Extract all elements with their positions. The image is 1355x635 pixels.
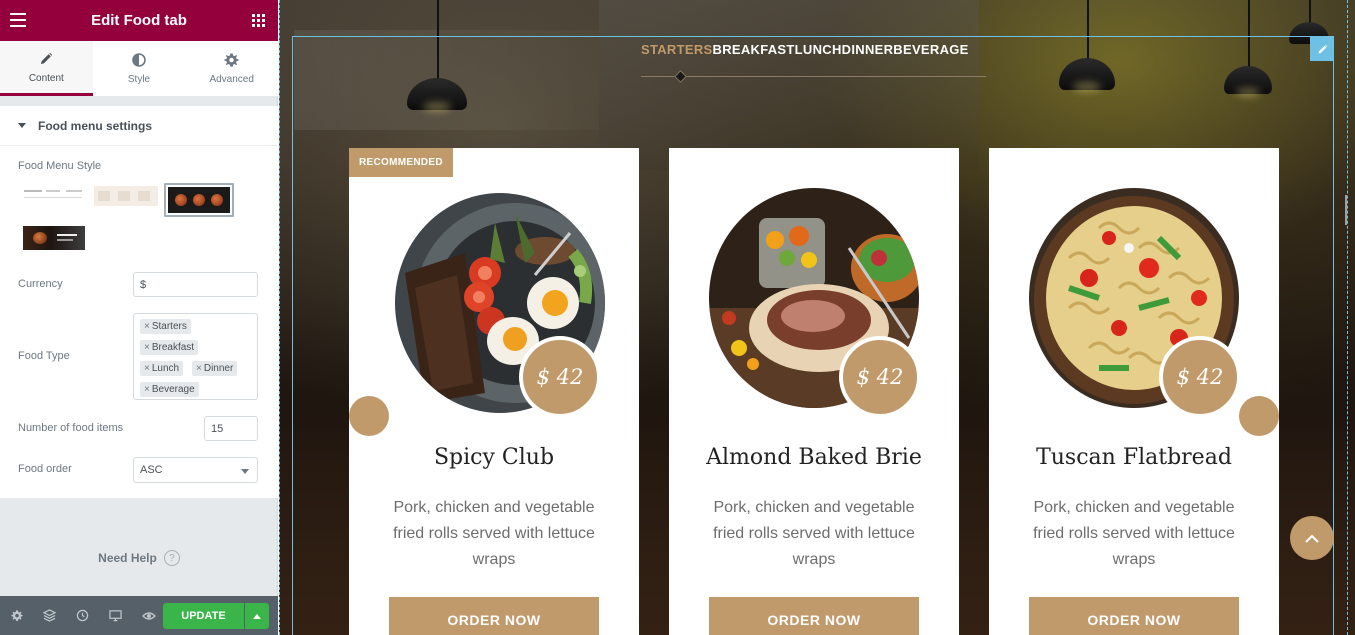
number-of-items-label: Number of food items: [18, 422, 124, 434]
food-order-select[interactable]: ASC: [133, 457, 258, 483]
remove-tag-icon[interactable]: ×: [144, 384, 150, 395]
help-circle-icon: ?: [163, 550, 180, 566]
style-option-2[interactable]: [94, 186, 158, 206]
app-window: Edit Food tab Content Style Advanced Foo…: [0, 0, 1355, 635]
tab-style[interactable]: Style: [93, 41, 186, 96]
tag-lunch[interactable]: × Lunch: [140, 361, 184, 376]
pencil-icon: [38, 51, 54, 67]
edit-widget-button[interactable]: [1310, 37, 1334, 61]
history-icon[interactable]: [66, 596, 99, 635]
pencil-icon: [1318, 44, 1327, 53]
food-menu-tabs: STARTERS BREAKFAST LUNCH DINNER BEVERAGE: [641, 42, 969, 57]
editor-sidebar: Edit Food tab Content Style Advanced Foo…: [0, 0, 278, 635]
tab-advanced[interactable]: Advanced: [185, 41, 278, 96]
apps-grid-icon[interactable]: [252, 14, 265, 27]
food-name: Spicy Club: [433, 445, 555, 470]
need-help-link[interactable]: Need Help ?: [0, 550, 278, 566]
number-of-items-input[interactable]: 15: [204, 416, 258, 441]
carousel-next-button[interactable]: [1239, 396, 1279, 436]
price-badge: $ 42: [519, 336, 601, 418]
chevron-up-icon: [1305, 534, 1319, 543]
tag-starters[interactable]: × Starters: [140, 319, 191, 334]
tag-breakfast[interactable]: × Breakfast: [140, 340, 199, 355]
caret-down-icon: [18, 123, 26, 128]
preview-canvas: STARTERS BREAKFAST LUNCH DINNER BEVERAGE…: [279, 0, 1355, 635]
food-description: Pork, chicken and vegetable fried rolls …: [713, 499, 915, 568]
food-description: Pork, chicken and vegetable fried rolls …: [1033, 499, 1235, 568]
food-menu-style-label: Food Menu Style: [18, 160, 102, 172]
section-header-food-menu[interactable]: Food menu settings: [0, 106, 278, 146]
menu-tab-lunch[interactable]: LUNCH: [795, 42, 842, 57]
price-badge: $ 42: [839, 336, 921, 418]
food-type-label: Food Type: [18, 350, 70, 362]
food-type-multiselect[interactable]: × Starters × Breakfast × Lunch × Dinner × Bev…: [133, 313, 258, 400]
style-option-1[interactable]: [22, 186, 86, 204]
style-option-3-selected[interactable]: [164, 183, 234, 217]
need-help-label: Need Help: [98, 551, 157, 565]
recommended-badge: RECOMMENDED: [349, 148, 453, 177]
dropdown-arrow-icon: [241, 469, 249, 474]
food-description: Pork, chicken and vegetable fried rolls …: [393, 499, 595, 568]
currency-input[interactable]: $: [133, 272, 258, 297]
food-card: RECOMMENDED $ 42 Spicy Club Pork, chicke…: [349, 148, 639, 635]
panel-title: Edit Food tab: [91, 12, 187, 29]
section-title: Food menu settings: [38, 118, 152, 133]
half-circle-icon: [131, 52, 147, 68]
tag-dinner[interactable]: × Dinner: [192, 361, 238, 376]
back-to-top-button[interactable]: [1290, 516, 1334, 560]
panel-tabs: Content Style Advanced: [0, 41, 278, 96]
hamburger-icon[interactable]: [10, 13, 26, 27]
menu-tab-breakfast[interactable]: BREAKFAST: [713, 42, 795, 57]
chevron-up-icon: [253, 613, 261, 619]
section-guide-right: [1347, 0, 1348, 635]
food-name: Almond Baked Brie: [706, 445, 922, 470]
remove-tag-icon[interactable]: ×: [196, 363, 202, 374]
settings-icon[interactable]: [0, 596, 33, 635]
food-order-value: ASC: [140, 464, 163, 476]
tab-advanced-label: Advanced: [209, 74, 254, 85]
remove-tag-icon[interactable]: ×: [144, 363, 150, 374]
currency-label: Currency: [18, 278, 63, 290]
layers-icon[interactable]: [33, 596, 66, 635]
responsive-icon[interactable]: [99, 596, 132, 635]
order-now-button[interactable]: ORDER NOW: [709, 597, 919, 635]
menu-tab-dinner[interactable]: DINNER: [842, 42, 894, 57]
order-now-button[interactable]: ORDER NOW: [389, 597, 599, 635]
order-now-button[interactable]: ORDER NOW: [1029, 597, 1239, 635]
section-guide-left: [279, 0, 280, 635]
tabs-divider: [641, 76, 986, 77]
update-button[interactable]: UPDATE: [163, 603, 244, 629]
remove-tag-icon[interactable]: ×: [144, 321, 150, 332]
food-name: Tuscan Flatbread: [1036, 445, 1232, 470]
tab-content[interactable]: Content: [0, 41, 93, 96]
gear-icon: [224, 52, 240, 68]
food-card: $ 42 Almond Baked Brie Pork, chicken and…: [669, 148, 959, 635]
remove-tag-icon[interactable]: ×: [144, 342, 150, 353]
tag-beverage[interactable]: × Beverage: [140, 382, 199, 397]
menu-tab-starters[interactable]: STARTERS: [641, 42, 713, 57]
price-badge: $ 42: [1159, 336, 1241, 418]
update-options-button[interactable]: [245, 603, 269, 629]
tab-style-label: Style: [127, 74, 151, 85]
style-option-4[interactable]: [23, 226, 85, 250]
tab-content-label: Content: [28, 72, 64, 84]
food-card: $ 42 Tuscan Flatbread Pork, chicken and …: [989, 148, 1279, 635]
sidebar-header: Edit Food tab: [0, 0, 278, 41]
preview-eye-icon[interactable]: [132, 596, 165, 635]
menu-tab-beverage[interactable]: BEVERAGE: [893, 42, 968, 57]
food-order-label: Food order: [18, 463, 72, 475]
carousel-prev-button[interactable]: [349, 396, 389, 436]
scrollbar-thumb[interactable]: [1345, 195, 1347, 225]
